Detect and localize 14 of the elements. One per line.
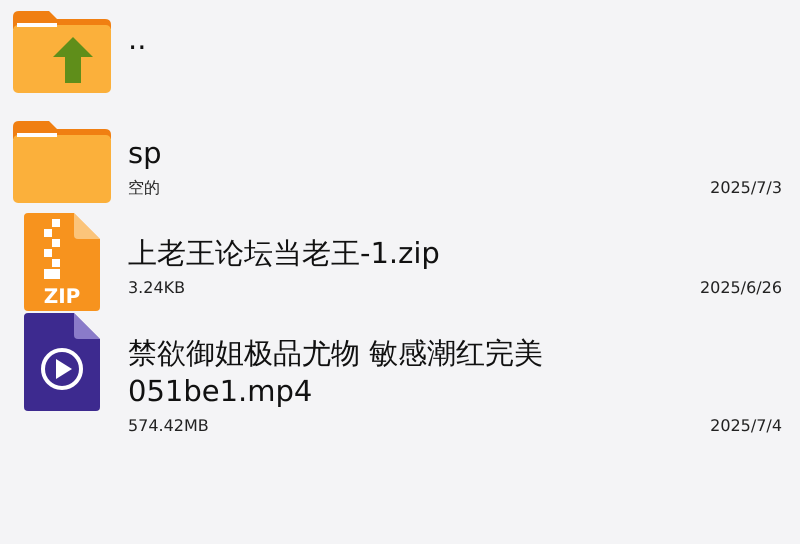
file-name: 上老王论坛当老王-1.zip (128, 235, 441, 272)
file-size: 空的 (128, 178, 160, 199)
file-size: 574.42MB (128, 416, 209, 435)
folder-icon (13, 121, 111, 203)
file-name: sp (128, 135, 163, 172)
folder-up-icon (13, 11, 111, 93)
file-date: 2025/6/26 (700, 278, 782, 297)
video-file-icon (24, 313, 100, 411)
file-name: .. (128, 21, 148, 58)
file-date: 2025/7/3 (710, 178, 782, 199)
file-name: 禁欲御姐极品尤物 敏感潮红完美051be1.mp4 (128, 335, 544, 410)
file-size: 3.24KB (128, 278, 186, 297)
file-date: 2025/7/4 (710, 416, 782, 435)
zip-file-icon: ZIP (24, 213, 100, 311)
